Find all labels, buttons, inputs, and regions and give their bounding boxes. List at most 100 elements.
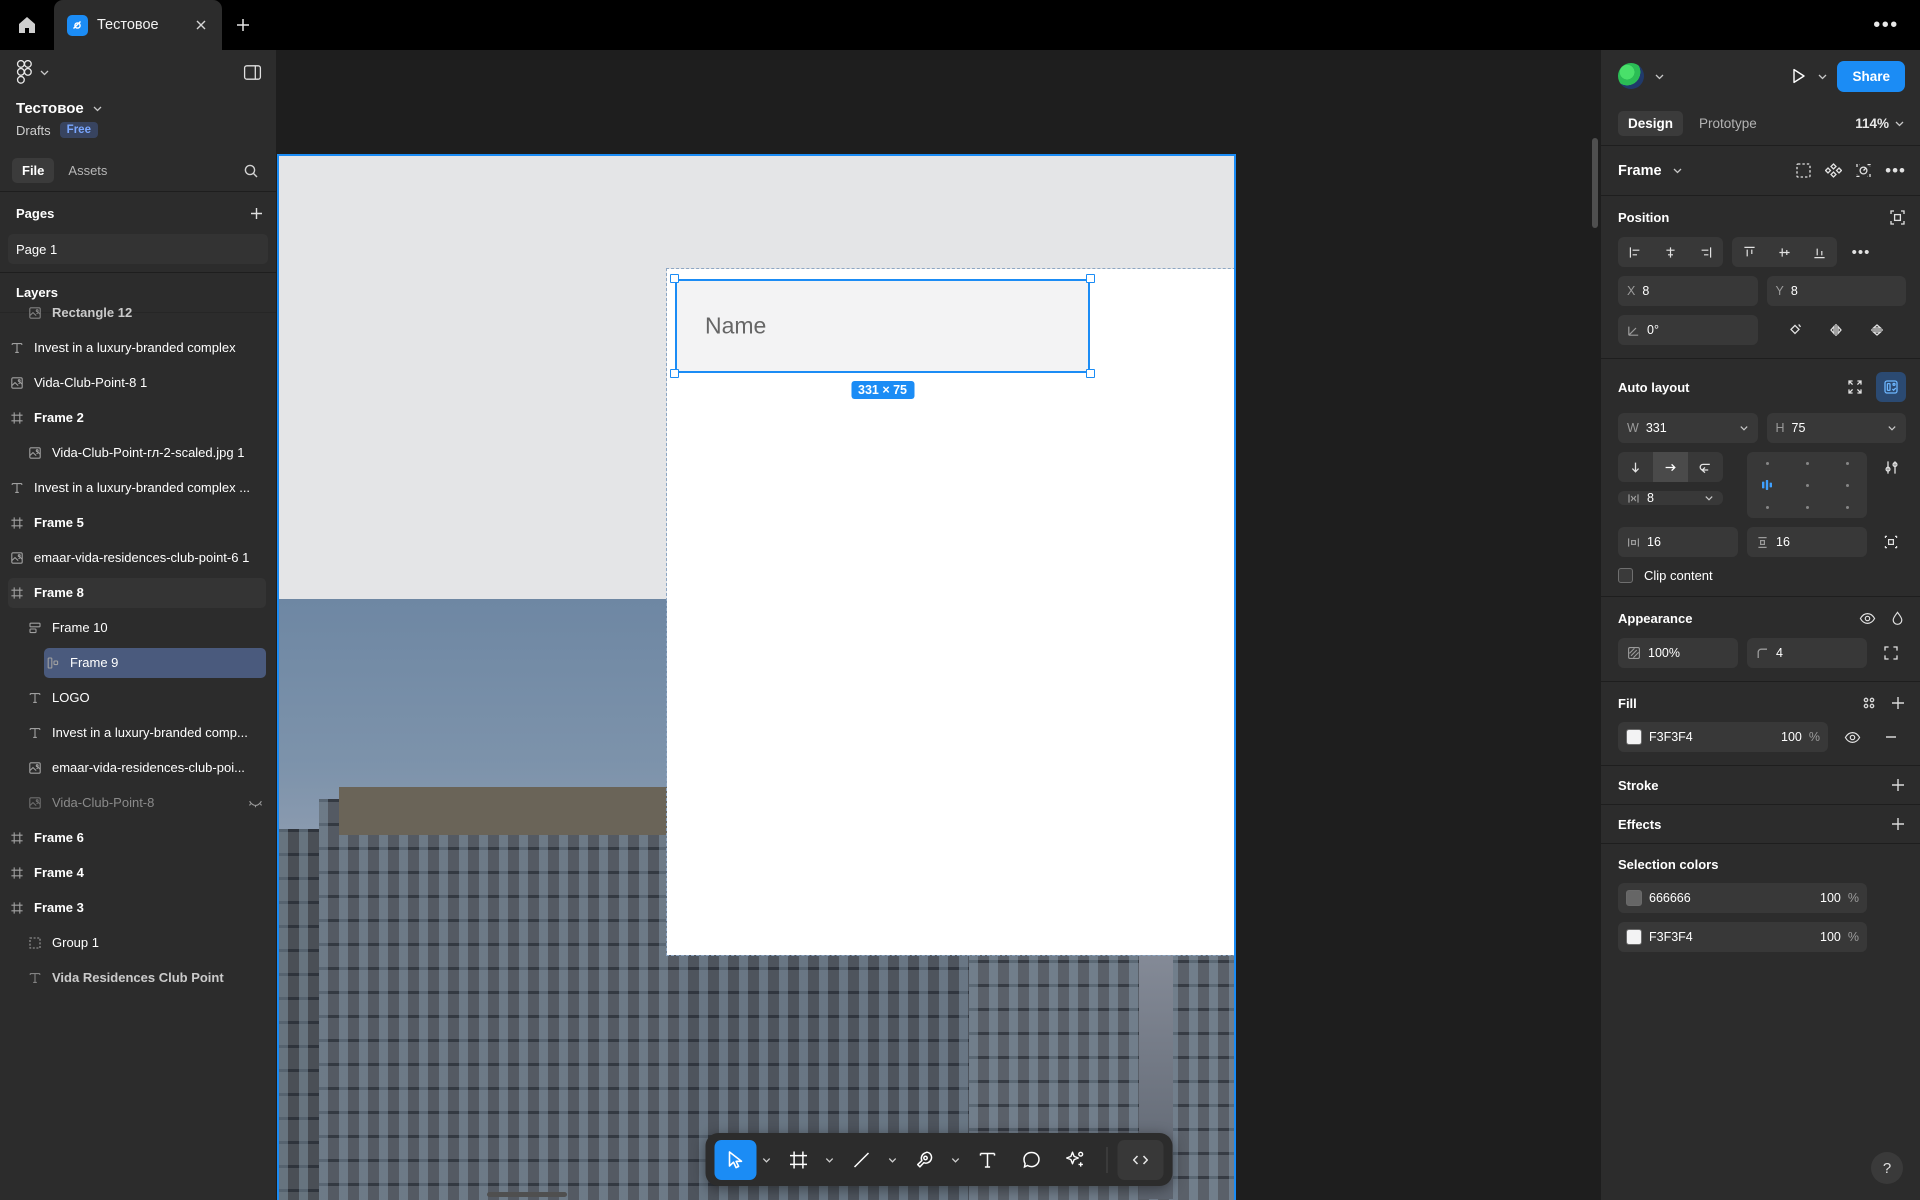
name-input-field[interactable]: Name <box>675 279 1090 373</box>
height-caret-icon[interactable] <box>1887 423 1897 433</box>
selection-color-swatch-1[interactable] <box>1626 890 1642 906</box>
frame-tool-caret-icon[interactable] <box>821 1140 838 1180</box>
layer-row[interactable]: Frame 5 <box>0 505 276 540</box>
position-x-input[interactable]: X 8 <box>1618 276 1758 306</box>
actions-tool-button[interactable] <box>1054 1140 1096 1180</box>
align-vertical-center-icon[interactable] <box>1767 237 1802 267</box>
fill-swatch[interactable] <box>1626 729 1642 745</box>
present-caret-icon[interactable] <box>1817 71 1828 82</box>
tab-file[interactable]: File <box>12 158 55 183</box>
flip-vertical-icon[interactable] <box>1862 315 1892 345</box>
selected-frame-9[interactable]: Name 331 × 75 <box>670 274 1095 399</box>
figma-main-menu-button[interactable] <box>16 60 50 84</box>
pen-tool-button[interactable] <box>903 1140 945 1180</box>
home-button[interactable] <box>0 0 54 50</box>
eye-closed-icon[interactable] <box>244 795 266 810</box>
corner-radius-input[interactable]: 4 <box>1747 638 1867 668</box>
move-tool-button[interactable] <box>714 1139 756 1180</box>
layer-row[interactable]: Frame 3 <box>0 890 276 925</box>
component-icon[interactable] <box>1795 162 1812 179</box>
layer-row[interactable]: Vida-Club-Point-8 1 <box>0 365 276 400</box>
selection-color-swatch-2[interactable] <box>1626 929 1642 945</box>
layer-row[interactable]: Frame 6 <box>0 820 276 855</box>
add-stroke-icon[interactable] <box>1890 777 1906 793</box>
width-caret-icon[interactable] <box>1739 423 1749 433</box>
height-input[interactable]: H 75 <box>1766 413 1906 443</box>
browser-tab[interactable]: Тестовое <box>54 0 222 50</box>
search-icon[interactable] <box>238 158 264 184</box>
close-icon[interactable] <box>191 15 211 35</box>
rotation-input[interactable]: 0° <box>1618 315 1758 345</box>
page-item-page-1[interactable]: Page 1 <box>8 234 268 264</box>
corner-radius-flip-icon[interactable] <box>1780 315 1810 345</box>
layer-row[interactable]: Group 1 <box>0 925 276 960</box>
sliders-icon[interactable] <box>1876 452 1906 482</box>
align-top-icon[interactable] <box>1732 237 1767 267</box>
pen-tool-caret-icon[interactable] <box>947 1140 964 1180</box>
canvas-vertical-scrollbar[interactable] <box>1592 138 1598 228</box>
align-bottom-icon[interactable] <box>1802 237 1837 267</box>
layer-row[interactable]: Invest in a luxury-branded complex ... <box>0 470 276 505</box>
add-fill-icon[interactable] <box>1890 695 1906 711</box>
layer-row[interactable]: Invest in a luxury-branded comp... <box>0 715 276 750</box>
arrow-right-icon[interactable] <box>1653 452 1688 482</box>
move-tool-caret-icon[interactable] <box>758 1140 775 1180</box>
comment-tool-button[interactable] <box>1010 1140 1052 1180</box>
align-horizontal-center-icon[interactable] <box>1653 237 1688 267</box>
fill-remove-icon[interactable] <box>1876 722 1906 752</box>
vertical-padding-input[interactable]: 16 <box>1747 527 1867 557</box>
layer-row[interactable]: LOGO <box>0 680 276 715</box>
variant-icon[interactable] <box>1825 162 1843 179</box>
layer-row[interactable]: Frame 4 <box>0 855 276 890</box>
plan-badge[interactable]: Free <box>59 122 98 138</box>
layer-row[interactable]: Frame 8 <box>0 575 276 610</box>
layer-row[interactable]: Frame 10 <box>0 610 276 645</box>
opacity-input[interactable]: 100% <box>1618 638 1738 668</box>
layer-row[interactable]: Vida-Club-Point-гл-2-scaled.jpg 1 <box>0 435 276 470</box>
arrow-down-icon[interactable] <box>1618 452 1653 482</box>
chevron-down-icon[interactable] <box>1672 165 1683 176</box>
layer-row[interactable]: emaar-vida-residences-club-poi... <box>0 750 276 785</box>
selection-color-input-2[interactable]: F3F3F4 100 % <box>1618 922 1867 952</box>
alignment-grid[interactable] <box>1747 452 1867 518</box>
help-button[interactable]: ? <box>1871 1152 1903 1184</box>
tab-design[interactable]: Design <box>1618 111 1684 136</box>
layer-row[interactable]: emaar-vida-residences-club-point-6 1 <box>0 540 276 575</box>
tab-assets[interactable]: Assets <box>58 158 117 183</box>
gap-caret-icon[interactable] <box>1704 493 1714 503</box>
flip-horizontal-icon[interactable] <box>1821 315 1851 345</box>
artboard[interactable]: Name 331 × 75 <box>277 154 1236 1200</box>
resize-handle-bl[interactable] <box>670 369 679 378</box>
tab-prototype[interactable]: Prototype <box>1689 111 1767 136</box>
blend-mode-icon[interactable] <box>1889 610 1906 627</box>
styles-icon[interactable] <box>1861 695 1877 711</box>
file-location[interactable]: Drafts <box>16 123 51 138</box>
gap-input[interactable]: 8 <box>1618 491 1723 505</box>
shape-tool-button[interactable] <box>840 1140 882 1180</box>
collapse-icon[interactable] <box>1847 379 1863 395</box>
resize-handle-br[interactable] <box>1086 369 1095 378</box>
layer-row[interactable]: Vida-Club-Point-8 <box>0 785 276 820</box>
fill-color-input[interactable]: F3F3F4 100 % <box>1618 722 1828 752</box>
align-left-icon[interactable] <box>1618 237 1653 267</box>
layer-row[interactable]: Frame 2 <box>0 400 276 435</box>
text-tool-button[interactable] <box>966 1140 1008 1180</box>
wrap-icon[interactable] <box>1688 452 1723 482</box>
detach-icon[interactable] <box>1855 162 1872 179</box>
selection-color-input-1[interactable]: 666666 100 % <box>1618 883 1867 913</box>
resize-handle-tr[interactable] <box>1086 274 1095 283</box>
canvas[interactable]: Name 331 × 75 <box>277 50 1600 1200</box>
layers-list[interactable]: Rectangle 12 Invest in a luxury-branded c… <box>0 295 276 1200</box>
fill-visibility-eye-icon[interactable] <box>1837 722 1867 752</box>
zoom-control[interactable]: 114% <box>1855 116 1905 131</box>
autolayout-settings-icon[interactable] <box>1876 372 1906 402</box>
chevron-down-icon[interactable] <box>92 103 103 114</box>
share-button[interactable]: Share <box>1837 60 1905 92</box>
individual-padding-icon[interactable] <box>1876 527 1906 557</box>
position-y-input[interactable]: Y 8 <box>1766 276 1906 306</box>
clip-content-checkbox[interactable] <box>1618 568 1633 583</box>
add-effect-icon[interactable] <box>1890 816 1906 832</box>
avatar-caret-icon[interactable] <box>1654 71 1665 82</box>
width-input[interactable]: W 331 <box>1618 413 1758 443</box>
horizontal-padding-input[interactable]: 16 <box>1618 527 1738 557</box>
